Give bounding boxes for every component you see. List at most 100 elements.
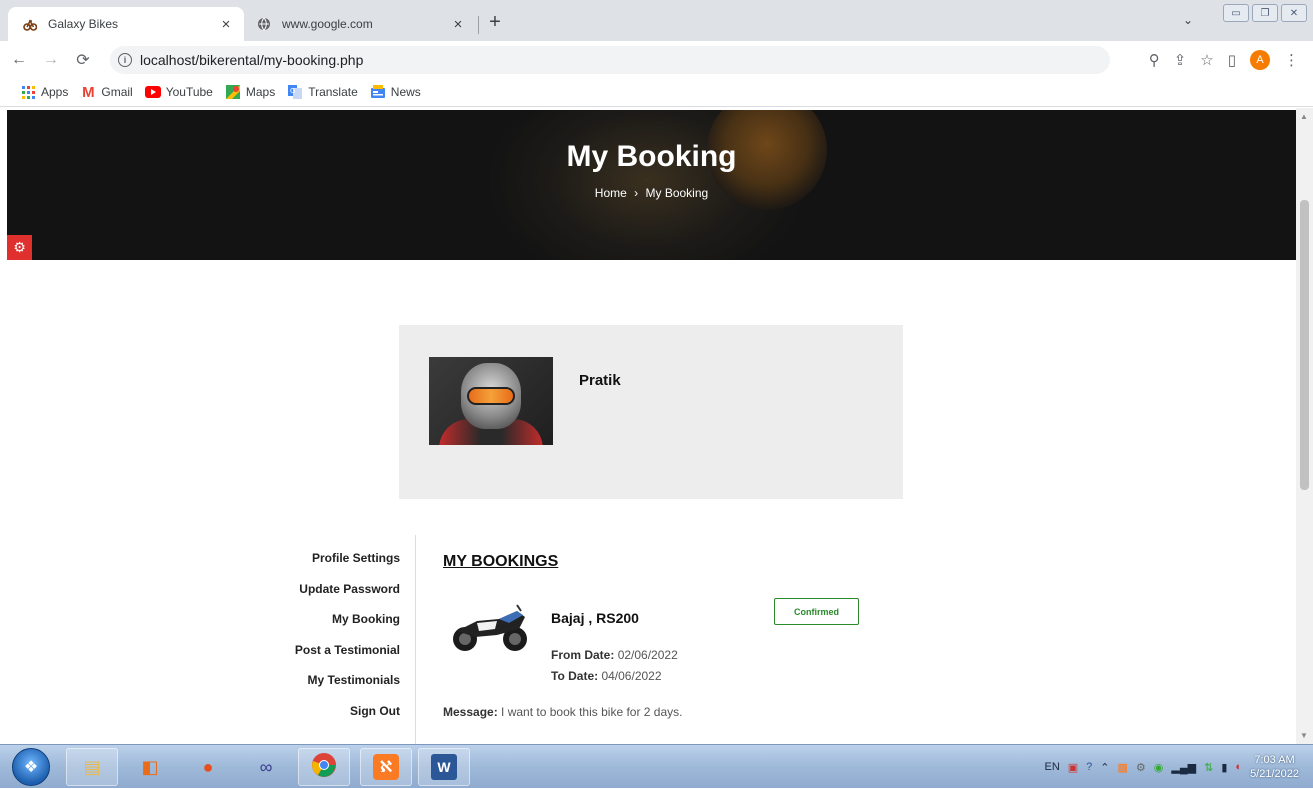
page-title: My Booking <box>566 140 737 173</box>
taskbar-firefox[interactable]: ● <box>182 748 234 786</box>
breadcrumb-current: My Booking <box>645 186 709 200</box>
svg-text:G: G <box>290 87 295 95</box>
taskbar-explorer[interactable]: ▤ <box>66 748 118 786</box>
page-scrollbar[interactable]: ▲ ▼ <box>1296 108 1313 744</box>
maximize-button[interactable]: ❐ <box>1252 4 1278 22</box>
clock-date: 5/21/2022 <box>1250 768 1299 780</box>
sidebar-item-my-testimonials[interactable]: My Testimonials <box>260 673 400 704</box>
sidebar-item-profile-settings[interactable]: Profile Settings <box>260 551 400 582</box>
tab-title: Galaxy Bikes <box>48 17 119 31</box>
message-label: Message: <box>443 705 498 719</box>
start-button[interactable]: ❖ <box>12 748 50 786</box>
close-tab-icon[interactable]: × <box>450 16 466 33</box>
sidebar-divider <box>415 535 416 744</box>
from-date-label: From Date: <box>551 648 615 662</box>
youtube-icon <box>144 85 161 99</box>
gmail-icon: M <box>82 83 95 101</box>
os-taskbar: ❖ ▤ ◧ ● ∞ ℵ W EN ▣ ? ⌃ ▩ ⚙ ◉ ▂▄▆ ⇅ ▮ ◐ 7… <box>0 744 1313 788</box>
power-icon[interactable]: ▮ <box>1221 761 1227 774</box>
to-date-label: To Date: <box>551 669 599 683</box>
tab-search-chevron-icon[interactable]: ⌄ <box>1183 13 1193 27</box>
tray-tool-icon[interactable]: ⚙ <box>1136 761 1146 774</box>
xampp-icon: ℵ <box>373 754 399 780</box>
sidebar-item-sign-out[interactable]: Sign Out <box>260 704 400 735</box>
zoom-icon[interactable]: ⚲ <box>1149 51 1160 69</box>
booking-to-date: To Date: 04/06/2022 <box>551 669 662 683</box>
help-icon[interactable]: ? <box>1086 761 1092 773</box>
menu-kebab-icon[interactable]: ⋮ <box>1284 51 1299 69</box>
network-icon[interactable]: ⇅ <box>1204 761 1213 774</box>
sidebar-item-my-booking[interactable]: My Booking <box>260 612 400 643</box>
breadcrumb-home-link[interactable]: Home <box>595 186 627 200</box>
reload-icon[interactable]: ⟳ <box>70 47 96 73</box>
share-icon[interactable]: ⇪ <box>1174 51 1187 69</box>
profile-card: Pratik <box>399 325 903 499</box>
bookmark-label: News <box>390 85 421 99</box>
volume-icon[interactable]: ◐ <box>1235 761 1242 773</box>
browser-toolbar: ← → ⟳ i localhost/bikerental/my-booking.… <box>0 41 1313 78</box>
booking-bike-name[interactable]: Bajaj , RS200 <box>551 610 639 626</box>
tray-expand-icon[interactable]: ⌃ <box>1100 761 1109 774</box>
address-bar[interactable]: i localhost/bikerental/my-booking.php <box>110 46 1110 74</box>
media-player-icon: ◧ <box>141 756 159 777</box>
bookmark-label: Translate <box>308 85 358 99</box>
new-tab-button[interactable]: + <box>484 12 506 34</box>
close-tab-icon[interactable]: × <box>218 16 234 33</box>
bookmark-apps[interactable]: Apps <box>20 85 68 99</box>
browser-tab-bar: Galaxy Bikes × www.google.com × + ⌄ ▭ ❐ … <box>0 0 1313 41</box>
settings-gear-icon[interactable]: ⚙ <box>7 235 32 260</box>
window-controls: ▭ ❐ ✕ <box>1223 4 1307 22</box>
xampp-tray-icon[interactable]: ▩ <box>1118 761 1128 774</box>
tray-app-icon[interactable]: ▣ <box>1068 761 1078 774</box>
folder-icon: ▤ <box>83 756 101 777</box>
tab-google[interactable]: www.google.com × <box>244 7 476 41</box>
tray-green-icon[interactable]: ◉ <box>1154 761 1164 774</box>
tab-separator <box>478 16 479 34</box>
booking-from-date: From Date: 02/06/2022 <box>551 648 678 662</box>
language-indicator[interactable]: EN <box>1044 761 1059 773</box>
status-badge: Confirmed <box>774 598 859 625</box>
url-text: localhost/bikerental/my-booking.php <box>140 52 364 68</box>
signal-icon[interactable]: ▂▄▆ <box>1171 761 1196 774</box>
taskbar-chrome[interactable] <box>298 748 350 786</box>
tab-galaxy-bikes[interactable]: Galaxy Bikes × <box>8 7 244 41</box>
forward-arrow-icon[interactable]: → <box>38 47 64 73</box>
site-info-icon[interactable]: i <box>118 53 132 67</box>
taskbar-word[interactable]: W <box>418 748 470 786</box>
bike-image[interactable] <box>447 601 531 653</box>
section-title: MY BOOKINGS <box>443 553 559 570</box>
taskbar-app-infinity[interactable]: ∞ <box>240 748 292 786</box>
sidebar-item-update-password[interactable]: Update Password <box>260 582 400 613</box>
chrome-icon <box>311 752 337 783</box>
taskbar-xampp[interactable]: ℵ <box>360 748 412 786</box>
infinity-app-icon: ∞ <box>259 756 273 777</box>
booking-message: Message: I want to book this bike for 2 … <box>443 705 682 719</box>
windows-logo-icon: ❖ <box>23 759 39 776</box>
apps-grid-icon <box>20 85 36 99</box>
side-panel-icon[interactable]: ▯ <box>1228 51 1236 69</box>
scroll-down-icon[interactable]: ▼ <box>1300 731 1308 740</box>
bookmark-label: Gmail <box>101 85 133 99</box>
minimize-button[interactable]: ▭ <box>1223 4 1249 22</box>
back-arrow-icon[interactable]: ← <box>6 47 32 73</box>
taskbar-media-player[interactable]: ◧ <box>124 748 176 786</box>
translate-icon: G <box>287 85 303 99</box>
close-window-button[interactable]: ✕ <box>1281 4 1307 22</box>
scroll-up-icon[interactable]: ▲ <box>1300 112 1308 121</box>
bookmark-youtube[interactable]: YouTube <box>144 85 213 99</box>
system-clock[interactable]: 7:03 AM 5/21/2022 <box>1250 753 1299 781</box>
bookmark-maps[interactable]: Maps <box>225 85 275 99</box>
bookmark-translate[interactable]: G Translate <box>287 85 358 99</box>
news-icon <box>370 85 386 99</box>
bookmark-gmail[interactable]: M Gmail <box>80 83 133 101</box>
message-text: I want to book this bike for 2 days. <box>501 705 683 719</box>
bookmark-star-icon[interactable]: ☆ <box>1200 51 1213 69</box>
scrollbar-thumb[interactable] <box>1300 200 1309 490</box>
sidebar-item-post-testimonial[interactable]: Post a Testimonial <box>260 643 400 674</box>
tab-title: www.google.com <box>282 17 373 31</box>
bookmark-label: YouTube <box>165 85 213 99</box>
account-sidebar: Profile Settings Update Password My Book… <box>260 551 400 734</box>
profile-avatar[interactable]: A <box>1250 49 1270 70</box>
bookmark-news[interactable]: News <box>370 85 421 99</box>
bookings-section: MY BOOKINGS Bajaj , RS200 From Date: 02/… <box>443 553 859 719</box>
